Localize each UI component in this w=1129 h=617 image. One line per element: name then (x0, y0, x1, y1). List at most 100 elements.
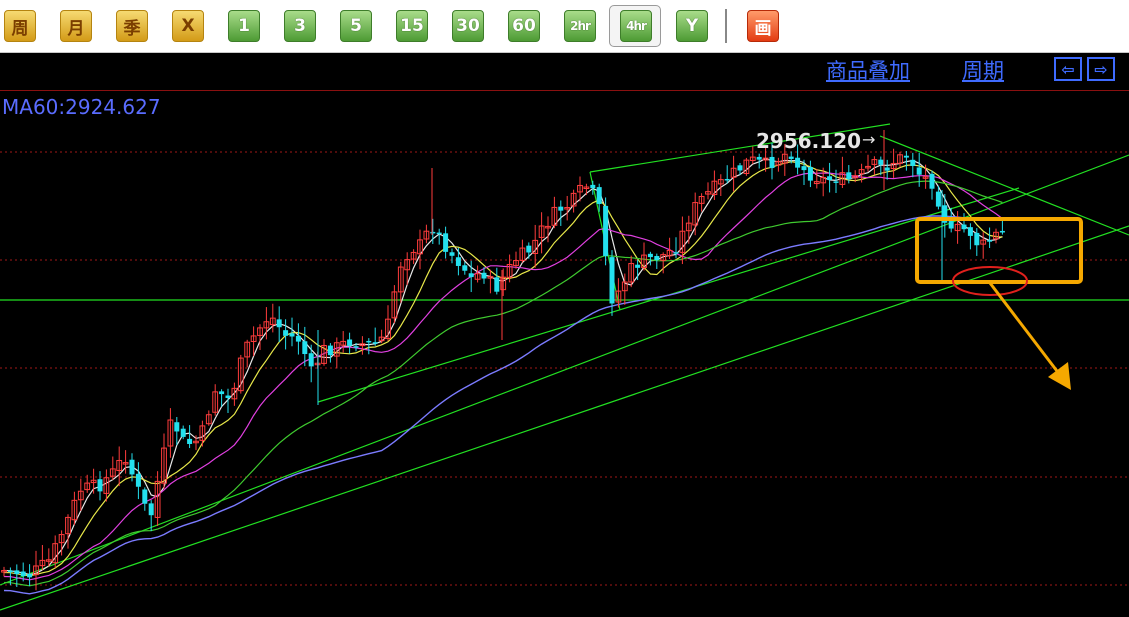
candlestick-chart: 2956.120 → (0, 123, 1129, 611)
candle-body-44 (283, 330, 289, 336)
period-30-button[interactable]: 30 (452, 10, 484, 42)
candle-body-130 (833, 181, 839, 183)
ma-green-line (3, 180, 1003, 587)
candle-body-93 (596, 187, 602, 205)
candle-body-75 (481, 272, 487, 279)
candle-body-72 (462, 265, 468, 271)
period-3-button[interactable]: 3 (284, 10, 316, 42)
candle-body-87 (558, 206, 564, 211)
candle-body-152 (974, 232, 980, 246)
candle-body-113 (724, 178, 730, 181)
candle-body-118 (756, 156, 762, 160)
candle-body-27 (174, 422, 180, 432)
candle-body-92 (590, 184, 596, 189)
candle-body-58 (372, 342, 378, 344)
period-15-button[interactable]: 15 (396, 10, 428, 42)
high-arrow-icon: → (862, 130, 875, 149)
nav-left-icon[interactable]: ⇦ (1054, 57, 1082, 81)
candle-body-69 (443, 233, 449, 252)
candle-body-47 (302, 341, 308, 355)
candle-body-68 (436, 232, 442, 235)
ma60-label: MA60:2924.627 (2, 95, 161, 119)
candle-body-82 (526, 245, 532, 253)
period-2hr-button[interactable]: 2hr (564, 10, 596, 42)
candle-body-150 (961, 224, 967, 230)
candle-body-57 (366, 340, 372, 343)
candle-body-45 (289, 333, 295, 337)
down-arrow-shaft (988, 282, 1062, 376)
moving-averages (3, 158, 1003, 595)
candle-body-125 (801, 166, 807, 171)
candle-body-99 (635, 264, 641, 268)
period-4hr-button[interactable]: 4hr (620, 10, 652, 42)
candle-body-101 (647, 253, 653, 258)
period-y-button[interactable]: Y (676, 10, 708, 42)
candle-body-35 (225, 395, 231, 398)
trend-lines (0, 123, 1129, 611)
high-price-label: 2956.120 (756, 129, 861, 153)
candle-body-21 (135, 473, 141, 487)
candle-body-48 (308, 353, 314, 367)
period-5-button[interactable]: 5 (340, 10, 372, 42)
candle-body-20 (129, 459, 135, 475)
candle-body-102 (654, 256, 660, 261)
candle-body-126 (807, 167, 813, 181)
ma-white-line (3, 158, 1003, 576)
candle-body-2 (14, 570, 20, 575)
candle-body-22 (142, 489, 148, 504)
period-60-button[interactable]: 60 (508, 10, 540, 42)
candle-body-94 (603, 205, 609, 257)
candle-body-67 (430, 231, 436, 234)
draw-button[interactable]: 画 (747, 10, 779, 42)
candle-body-54 (347, 339, 353, 346)
candle-body-120 (769, 156, 775, 169)
candle-body-1 (7, 570, 13, 573)
candle-body-4 (27, 574, 33, 578)
candle-body-115 (737, 165, 743, 171)
candle-body-129 (827, 176, 833, 180)
header-separator (0, 90, 1129, 91)
candle-body-95 (609, 257, 615, 304)
candle-body-28 (180, 428, 186, 437)
candle-body-143 (916, 167, 922, 175)
candle-body-138 (884, 167, 890, 171)
period-1-button[interactable]: 1 (228, 10, 260, 42)
candle-body-23 (148, 503, 154, 516)
toolbar-divider (725, 9, 727, 43)
candle-body-43 (276, 319, 282, 328)
candle-body-55 (353, 346, 359, 348)
nav-right-icon[interactable]: ⇨ (1087, 57, 1115, 81)
candle-body-105 (673, 252, 679, 254)
period-quarter-button[interactable]: 季 (116, 10, 148, 42)
period-link[interactable]: 周期 (962, 55, 1004, 85)
candle-body-151 (967, 227, 973, 236)
period-month-button[interactable]: 月 (60, 10, 92, 42)
ma-yellow-line (3, 161, 1003, 577)
candle-body-73 (468, 273, 474, 278)
candle-body-141 (903, 155, 909, 158)
candles (1, 130, 1005, 591)
candle-body-34 (219, 391, 225, 395)
candle-body-146 (935, 191, 941, 207)
period-x-button[interactable]: X (172, 10, 204, 42)
period-week-button[interactable]: 周 (4, 10, 36, 42)
candle-body-137 (878, 159, 884, 165)
candle-body-123 (788, 156, 794, 159)
candle-body-46 (295, 335, 301, 342)
candle-body-132 (846, 172, 852, 180)
overlay-product-link[interactable]: 商品叠加 (826, 55, 910, 85)
candle-body-145 (929, 173, 935, 189)
candle-body-3 (20, 571, 26, 577)
candle-body-70 (449, 252, 455, 256)
candle-body-154 (987, 240, 993, 242)
ma-magenta-line (3, 172, 1003, 581)
candle-body-15 (97, 479, 103, 492)
candle-body-71 (455, 257, 461, 266)
candle-body-29 (187, 438, 193, 444)
candle-body-51 (327, 345, 333, 356)
candle-body-156 (999, 230, 1005, 233)
candle-body-142 (910, 159, 916, 166)
period-toolbar: 周 月 季 X 1 3 5 15 30 60 2hr 4hr Y 画 (0, 0, 1129, 53)
candle-body-148 (948, 221, 954, 229)
candle-body-124 (795, 157, 801, 168)
